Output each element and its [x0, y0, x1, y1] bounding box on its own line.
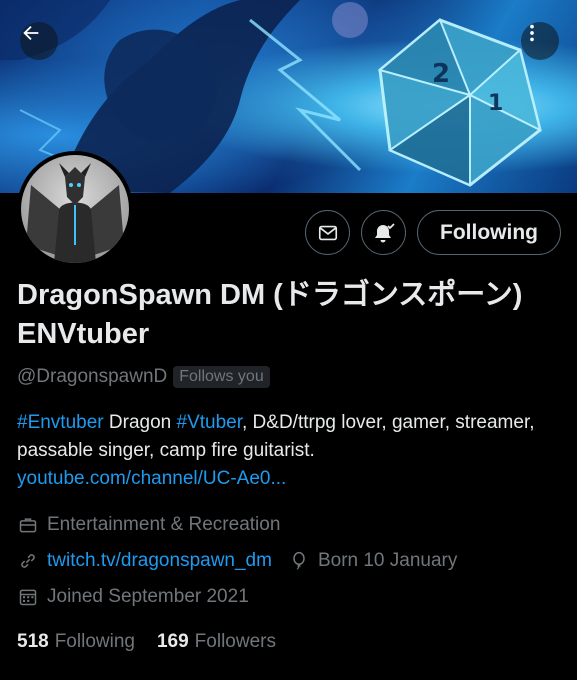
profile-category: Entertainment & Recreation — [17, 514, 280, 536]
hashtag-vtuber[interactable]: #Vtuber — [177, 412, 243, 433]
notifications-button[interactable] — [361, 210, 406, 255]
category-text: Entertainment & Recreation — [47, 514, 281, 535]
joined-text: Joined September 2021 — [47, 586, 249, 607]
more-button[interactable] — [521, 22, 559, 60]
follows-you-badge: Follows you — [173, 366, 270, 388]
profile-website-row: twitch.tv/dragonspawn_dm Born 10 January — [17, 550, 457, 572]
handle-row: @DragonspawnD Follows you — [17, 366, 270, 388]
calendar-icon — [17, 586, 39, 608]
following-count: 518 — [17, 631, 49, 652]
born-text: Born 10 January — [317, 550, 458, 571]
user-handle: @DragonspawnD — [17, 366, 168, 387]
svg-text:2: 2 — [432, 59, 450, 89]
profile-bio: #Envtuber Dragon #Vtuber, D&D/ttrpg love… — [17, 409, 567, 493]
following-button[interactable]: Following — [417, 210, 561, 255]
bio-text: Dragon — [103, 412, 177, 433]
balloon-icon — [288, 550, 310, 572]
followers-count: 169 — [156, 631, 189, 652]
bio-youtube-link[interactable]: youtube.com/channel/UC-Ae0... — [17, 468, 286, 489]
followers-stat[interactable]: 169 Followers — [157, 631, 276, 653]
avatar[interactable] — [17, 151, 133, 267]
back-button[interactable] — [20, 22, 58, 60]
briefcase-icon — [17, 514, 39, 536]
follow-stats: 518 Following 169 Followers — [17, 631, 276, 653]
bell-check-icon — [374, 222, 395, 242]
following-label: Following — [54, 631, 135, 652]
message-button[interactable] — [305, 210, 350, 255]
profile-joined: Joined September 2021 — [17, 586, 249, 608]
more-vertical-icon — [530, 24, 534, 42]
birthday: Born 10 January — [288, 550, 457, 572]
hashtag-envtuber[interactable]: #Envtuber — [17, 412, 104, 433]
following-stat[interactable]: 518 Following — [17, 631, 135, 653]
avatar-image — [21, 155, 129, 263]
followers-label: Followers — [194, 631, 276, 652]
mail-icon — [318, 225, 337, 240]
arrow-left-icon — [23, 25, 39, 41]
display-name: DragonSpawn DM (ドラゴンスポーン) ENVtuber — [17, 279, 523, 350]
link-icon — [17, 550, 39, 572]
svg-text:1: 1 — [488, 91, 503, 116]
website-link[interactable]: twitch.tv/dragonspawn_dm — [47, 550, 272, 572]
